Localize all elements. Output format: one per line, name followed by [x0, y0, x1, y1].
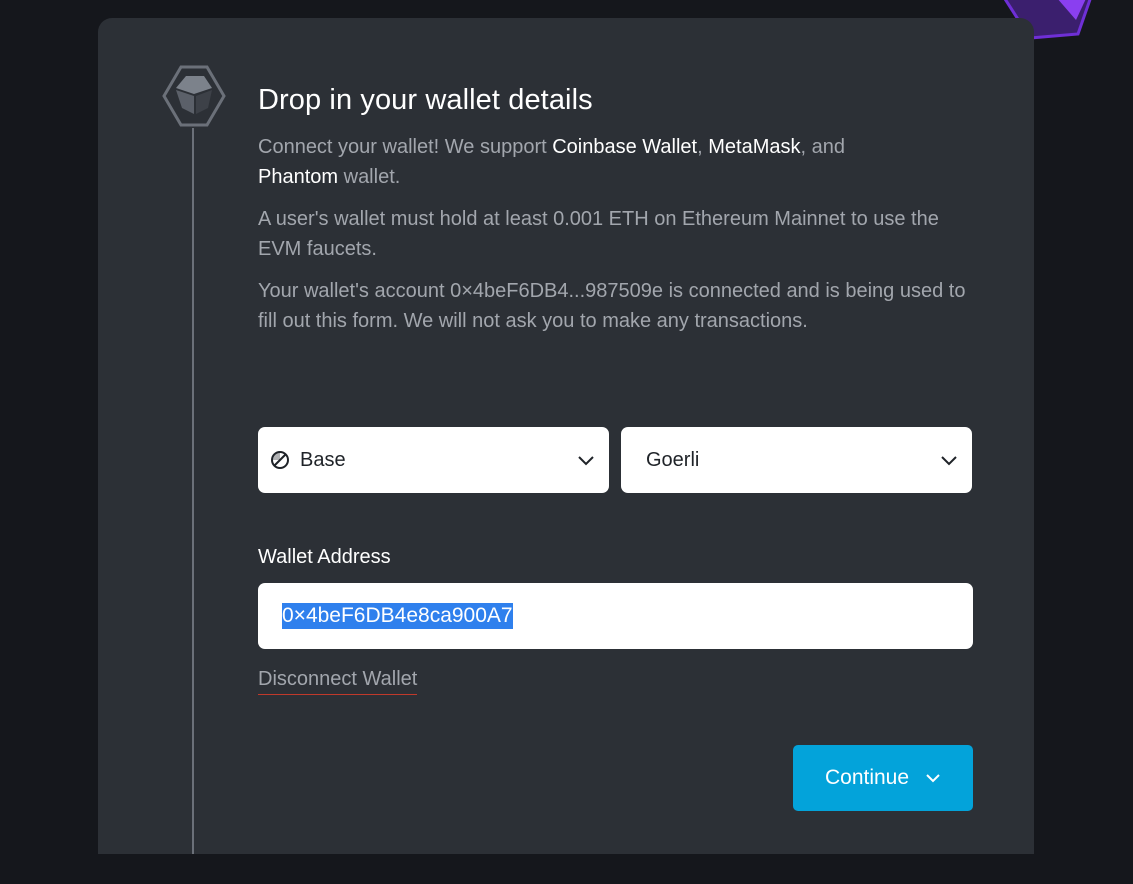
network-select[interactable]: Base	[258, 427, 609, 493]
redaction-mask	[530, 598, 600, 634]
continue-button[interactable]: Continue	[793, 745, 973, 811]
base-logo-icon	[271, 451, 289, 469]
chevron-down-icon	[926, 774, 940, 783]
network-selects: Base Goerli	[258, 427, 973, 493]
wallet-name-phantom: Phantom	[258, 166, 339, 188]
form-content: Drop in your wallet details Connect your…	[258, 78, 973, 811]
wallet-address-label: Wallet Address	[258, 546, 391, 568]
page: Drop in your wallet details Connect your…	[0, 0, 1133, 884]
chevron-down-icon	[578, 456, 594, 466]
requirement-text: A user's wallet must hold at least 0.001…	[258, 208, 939, 260]
wallet-address-value: 0×4beF6DB4e8ca900A7	[282, 603, 513, 629]
wallet-name-metamask: MetaMask	[708, 136, 801, 158]
cube-step-icon	[162, 65, 226, 127]
wallet-form-card: Drop in your wallet details Connect your…	[98, 18, 1034, 884]
intro-sep2: , and	[800, 136, 845, 158]
wallet-name-coinbase: Coinbase Wallet	[552, 136, 698, 158]
step-connector-line	[192, 128, 194, 884]
continue-button-label: Continue	[824, 766, 910, 789]
network-select-value: Base	[300, 449, 346, 471]
card-footer-band	[98, 854, 1034, 884]
page-title: Drop in your wallet details	[258, 84, 593, 116]
intro-part1: Connect your wallet! We support	[258, 136, 553, 158]
intro-part2: wallet.	[338, 166, 401, 188]
chain-select[interactable]: Goerli	[621, 427, 972, 493]
disconnect-wallet-link[interactable]: Disconnect Wallet	[258, 666, 418, 695]
chain-select-value: Goerli	[646, 449, 700, 471]
chevron-down-icon	[941, 456, 957, 466]
intro-text: Connect your wallet! We support Coinbase…	[258, 132, 973, 192]
wallet-address-input[interactable]: 0×4beF6DB4e8ca900A7	[258, 583, 973, 649]
intro-sep1: ,	[697, 136, 709, 158]
connected-account-text: Your wallet's account 0×4beF6DB4...98750…	[258, 280, 966, 332]
